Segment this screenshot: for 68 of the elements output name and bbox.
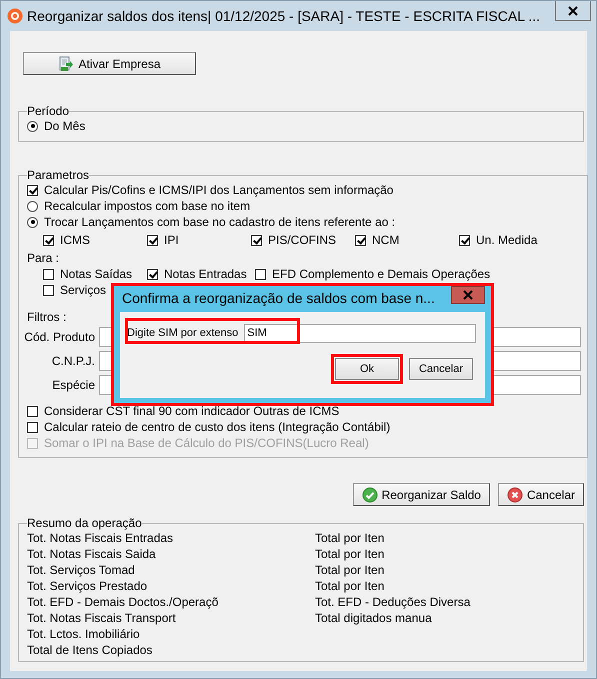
close-icon [463, 290, 473, 300]
summary-label: Total digitados manua [315, 610, 433, 626]
reorganize-button[interactable]: Reorganizar Saldo [352, 483, 490, 506]
group-title: Período [27, 104, 70, 118]
checkbox[interactable] [355, 234, 366, 246]
group-title: Parametros [27, 168, 90, 182]
option-label: NCM [372, 233, 400, 247]
summary-label: Total por Iten [315, 546, 386, 562]
activate-company-button[interactable]: Ativar Empresa [23, 52, 196, 75]
checkbox[interactable] [27, 422, 38, 432]
option-label: Trocar Lançamentos com base no cadastro de itens referente ao : [44, 215, 396, 229]
option-label: Do Mês [44, 119, 86, 133]
summary-label: Tot. Notas Fiscais Transport [27, 610, 177, 626]
summary-label: Tot. Notas Fiscais Entradas [27, 530, 174, 546]
checkbox[interactable] [27, 184, 38, 196]
checkbox[interactable] [255, 268, 266, 280]
checkbox[interactable] [43, 284, 54, 296]
field-label: Cód. Produto [23, 330, 96, 344]
summary-label: Total de Itens Copiados [27, 642, 154, 658]
section-label: Para : [27, 251, 60, 265]
cancel-button[interactable]: Cancelar [409, 358, 473, 380]
close-button[interactable] [555, 1, 591, 21]
checkbox[interactable] [27, 406, 38, 416]
summary-label: Total por Iten [315, 530, 386, 546]
field-label: C.N.P.J. [50, 354, 96, 368]
window-title: Reorganizar saldos dos itens| 01/12/2025 - [SARA] - TESTE - ESCRITA FISCAL ... [27, 8, 540, 24]
app-logo-icon [7, 8, 23, 24]
group-title: Resumo da operação [27, 516, 142, 530]
check-icon [362, 486, 378, 502]
checkbox[interactable] [459, 234, 470, 246]
checkbox[interactable] [251, 234, 262, 246]
document-arrow-icon [58, 56, 74, 72]
option-label: Notas Entradas [164, 267, 247, 281]
option-label: Somar o IPI na Base de Cálculo do PIS/COFINS(Lucro Real) [44, 436, 369, 450]
dialog-title: Confirma a reorganização de saldos com base n... [122, 290, 435, 306]
summary-label: Total por Iten [315, 562, 386, 578]
field-label: Digite SIM por extenso [127, 327, 240, 339]
option-label: ICMS [60, 233, 90, 247]
option-label: IPI [164, 233, 179, 247]
option-label: Considerar CST final 90 com indicador Outras de ICMS [44, 404, 340, 418]
summary-label: Total por Iten [315, 578, 386, 594]
summary-label: Tot. EFD - Demais Doctos./Operaçõ [27, 594, 220, 610]
checkbox[interactable] [43, 268, 54, 280]
section-label: Filtros : [27, 310, 66, 324]
summary-label: Tot. Serviços Prestado [27, 578, 148, 594]
summary-label: Tot. Serviços Tomad [27, 562, 136, 578]
option-label: Notas Saídas [60, 267, 132, 281]
checkbox[interactable] [43, 234, 54, 246]
cancel-icon [506, 486, 523, 502]
radio-button[interactable] [27, 216, 38, 228]
field-label: Espécie [51, 378, 96, 392]
input-field[interactable]: SIM [244, 324, 476, 342]
option-label: Calcular Pis/Cofins e ICMS/IPI dos Lançamentos sem informação [44, 183, 394, 197]
summary-label: Tot. EFD - Deduções Diversa [315, 594, 472, 610]
summary-label: Tot. Lctos. Imobiliário [27, 626, 141, 642]
option-label: Un. Medida [476, 233, 538, 247]
option-label: Calcular rateio de centro de custo dos itens (Integração Contábil) [44, 420, 390, 434]
option-label: Serviços [60, 283, 106, 297]
radio-button[interactable] [27, 120, 38, 132]
checkbox[interactable] [147, 234, 158, 246]
option-label: EFD Complemento e Demais Operações [272, 267, 490, 281]
option-label: Recalcular impostos com base no item [44, 199, 250, 213]
checkbox[interactable] [147, 268, 158, 280]
cancel-button[interactable]: Cancelar [498, 483, 584, 506]
radio-button[interactable] [27, 200, 38, 212]
close-icon [568, 6, 578, 16]
summary-label: Tot. Notas Fiscais Saida [27, 546, 157, 562]
option-label: PIS/COFINS [268, 233, 336, 247]
